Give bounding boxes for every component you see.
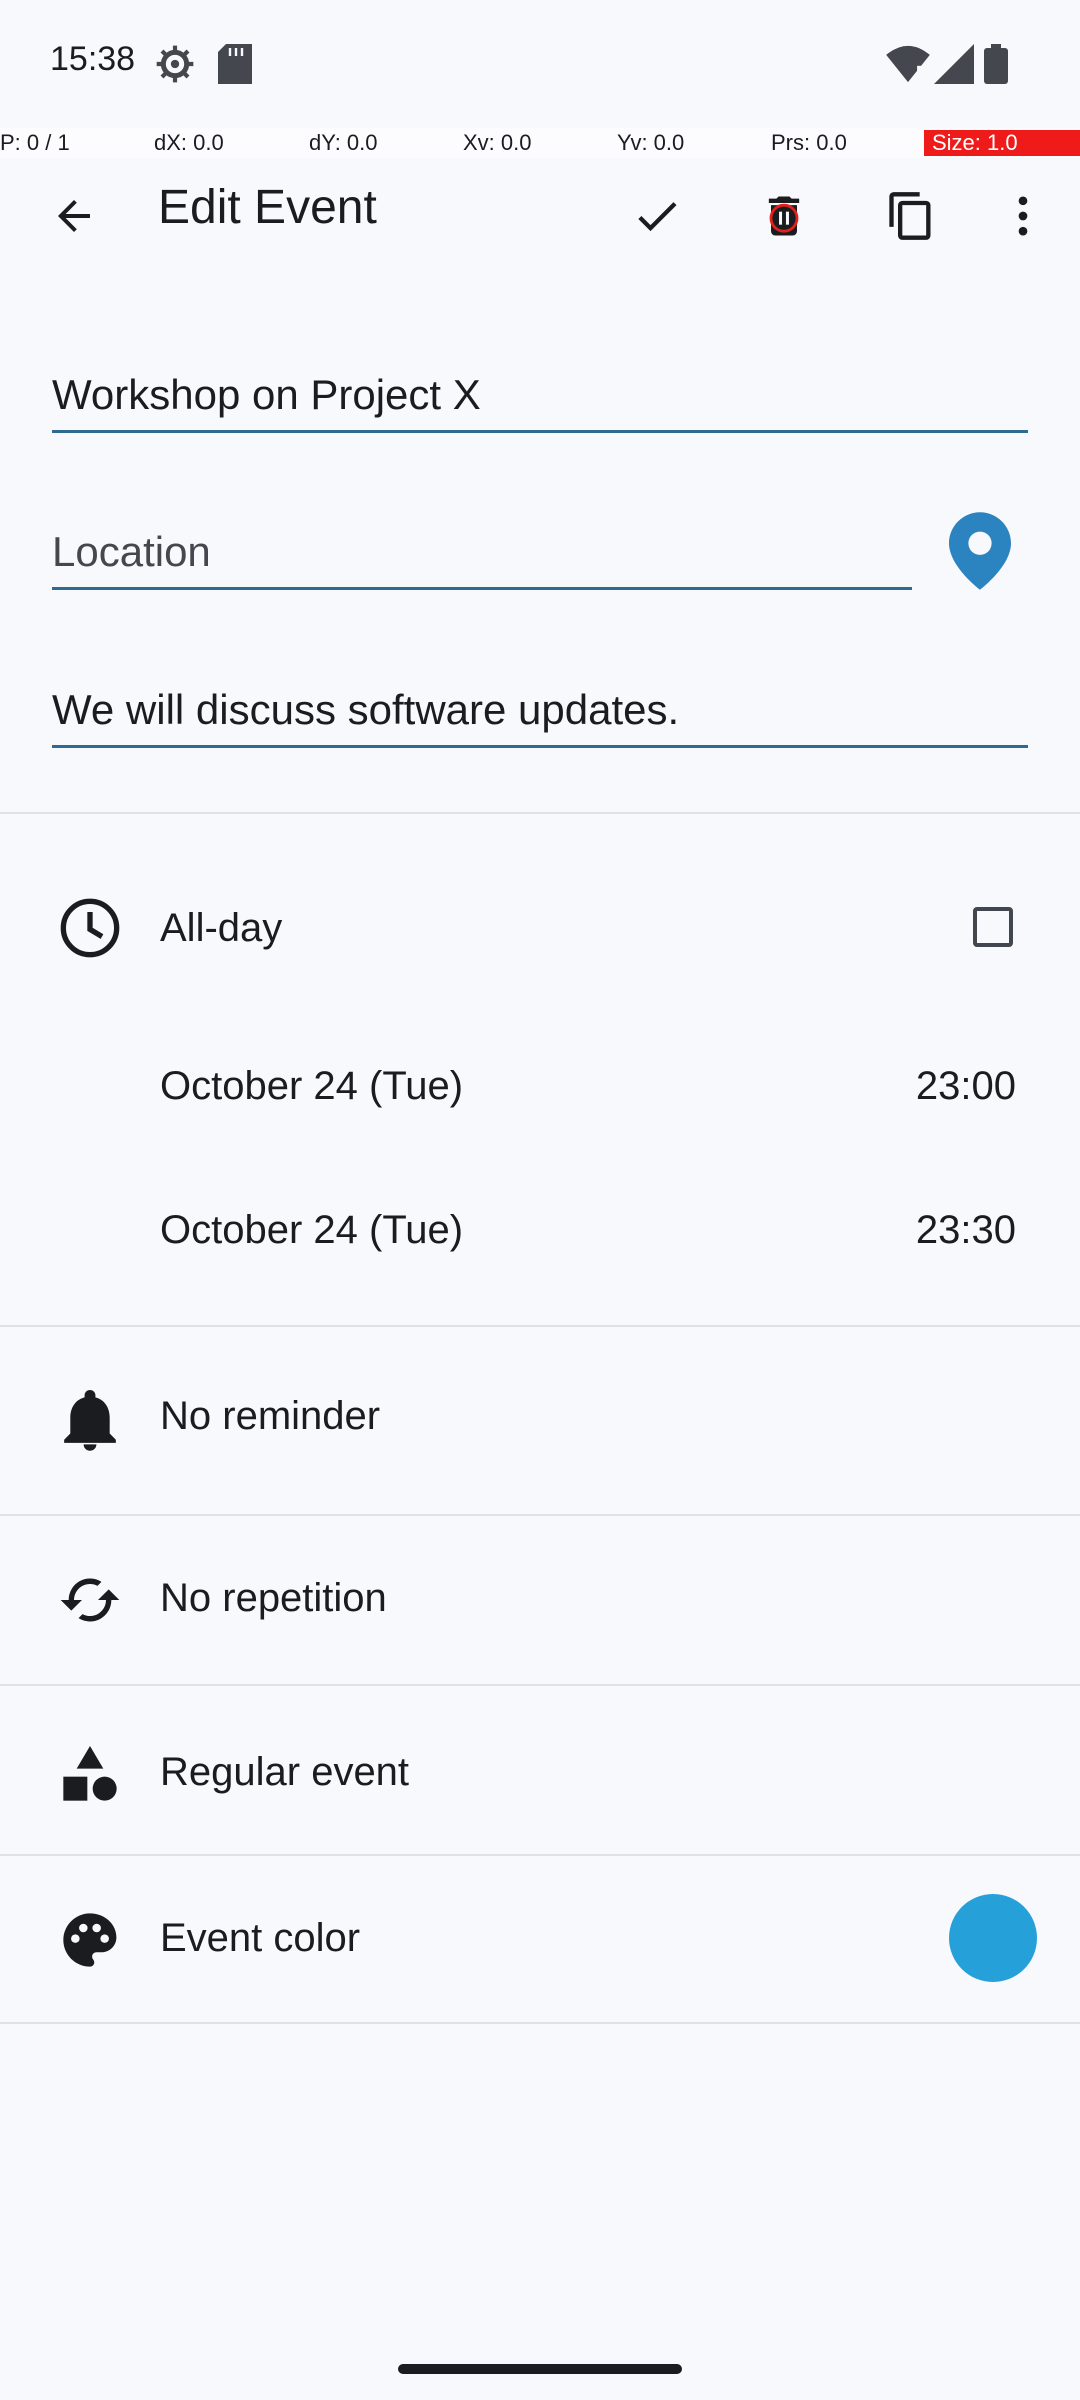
back-arrow-icon [50,192,98,245]
more-options-icon [997,190,1049,247]
copy-icon [885,190,937,247]
status-time: 15:38 [50,40,136,78]
bell-icon [54,1384,126,1456]
status-bar: 15:38 [0,0,1080,128]
event-type-row[interactable]: Regular event [0,1686,1080,1854]
description-field[interactable]: We will discuss software updates. [52,670,1028,748]
debug-pointer: P: 0 / 1 [0,130,70,155]
event-type-label: Regular event [160,1750,410,1794]
location-field[interactable]: Location [52,512,912,590]
debug-size: Size: 1.0 [924,130,1080,156]
all-day-checkbox[interactable] [973,907,1013,947]
more-options-button[interactable] [983,178,1063,258]
start-time[interactable]: 23:00 [916,1064,1016,1109]
page-title: Edit Event [158,181,377,234]
description-value: We will discuss software updates. [52,686,680,733]
location-pin-icon [949,511,1011,595]
palette-icon [54,1904,126,1976]
repeat-icon [54,1564,126,1636]
end-date[interactable]: October 24 (Tue) [160,1208,463,1253]
debug-dx: dX: 0.0 [154,130,224,155]
repetition-row[interactable]: No repetition [0,1516,1080,1684]
gesture-navigation-handle[interactable] [398,2364,682,2374]
reminder-label: No reminder [160,1394,381,1438]
title-underline [52,430,1028,433]
description-underline [52,745,1028,748]
debug-prs: Prs: 0.0 [771,130,847,155]
location-underline [52,587,912,590]
event-color-swatch[interactable] [949,1894,1037,1982]
delete-button[interactable] [744,178,824,258]
section-divider [0,1325,1080,1327]
pointer-debug-overlay: P: 0 / 1 dX: 0.0 dY: 0.0 Xv: 0.0 Yv: 0.0… [0,128,1080,158]
location-picker-button[interactable] [940,510,1020,596]
end-time[interactable]: 23:30 [916,1208,1016,1253]
all-day-row[interactable]: All-day [0,870,1080,990]
sd-card-icon [218,44,252,89]
reminder-row[interactable]: No reminder [0,1328,1080,1514]
event-color-row[interactable]: Event color [0,1856,1080,2024]
back-button[interactable] [34,178,114,258]
repetition-label: No repetition [160,1576,387,1620]
debug-xv: Xv: 0.0 [463,130,532,155]
shapes-icon [54,1738,126,1810]
event-title-value: Workshop on Project X [52,371,481,418]
duplicate-button[interactable] [871,178,951,258]
all-day-label: All-day [160,906,283,950]
clock-icon [54,892,126,964]
debug-dy: dY: 0.0 [309,130,378,155]
location-placeholder: Location [52,528,211,575]
top-app-bar: Edit Event [0,158,1080,268]
battery-icon [984,44,1008,89]
checkmark-icon [631,190,683,247]
section-divider [0,812,1080,814]
settings-icon [155,44,195,89]
event-color-label: Event color [160,1916,361,1960]
delete-icon [758,190,810,247]
section-divider [0,2022,1080,2024]
debug-yv: Yv: 0.0 [617,130,685,155]
signal-icon [934,44,974,89]
event-title-field[interactable]: Workshop on Project X [52,355,1028,433]
start-date[interactable]: October 24 (Tue) [160,1064,463,1109]
wifi-icon [886,44,930,89]
save-button[interactable] [617,178,697,258]
